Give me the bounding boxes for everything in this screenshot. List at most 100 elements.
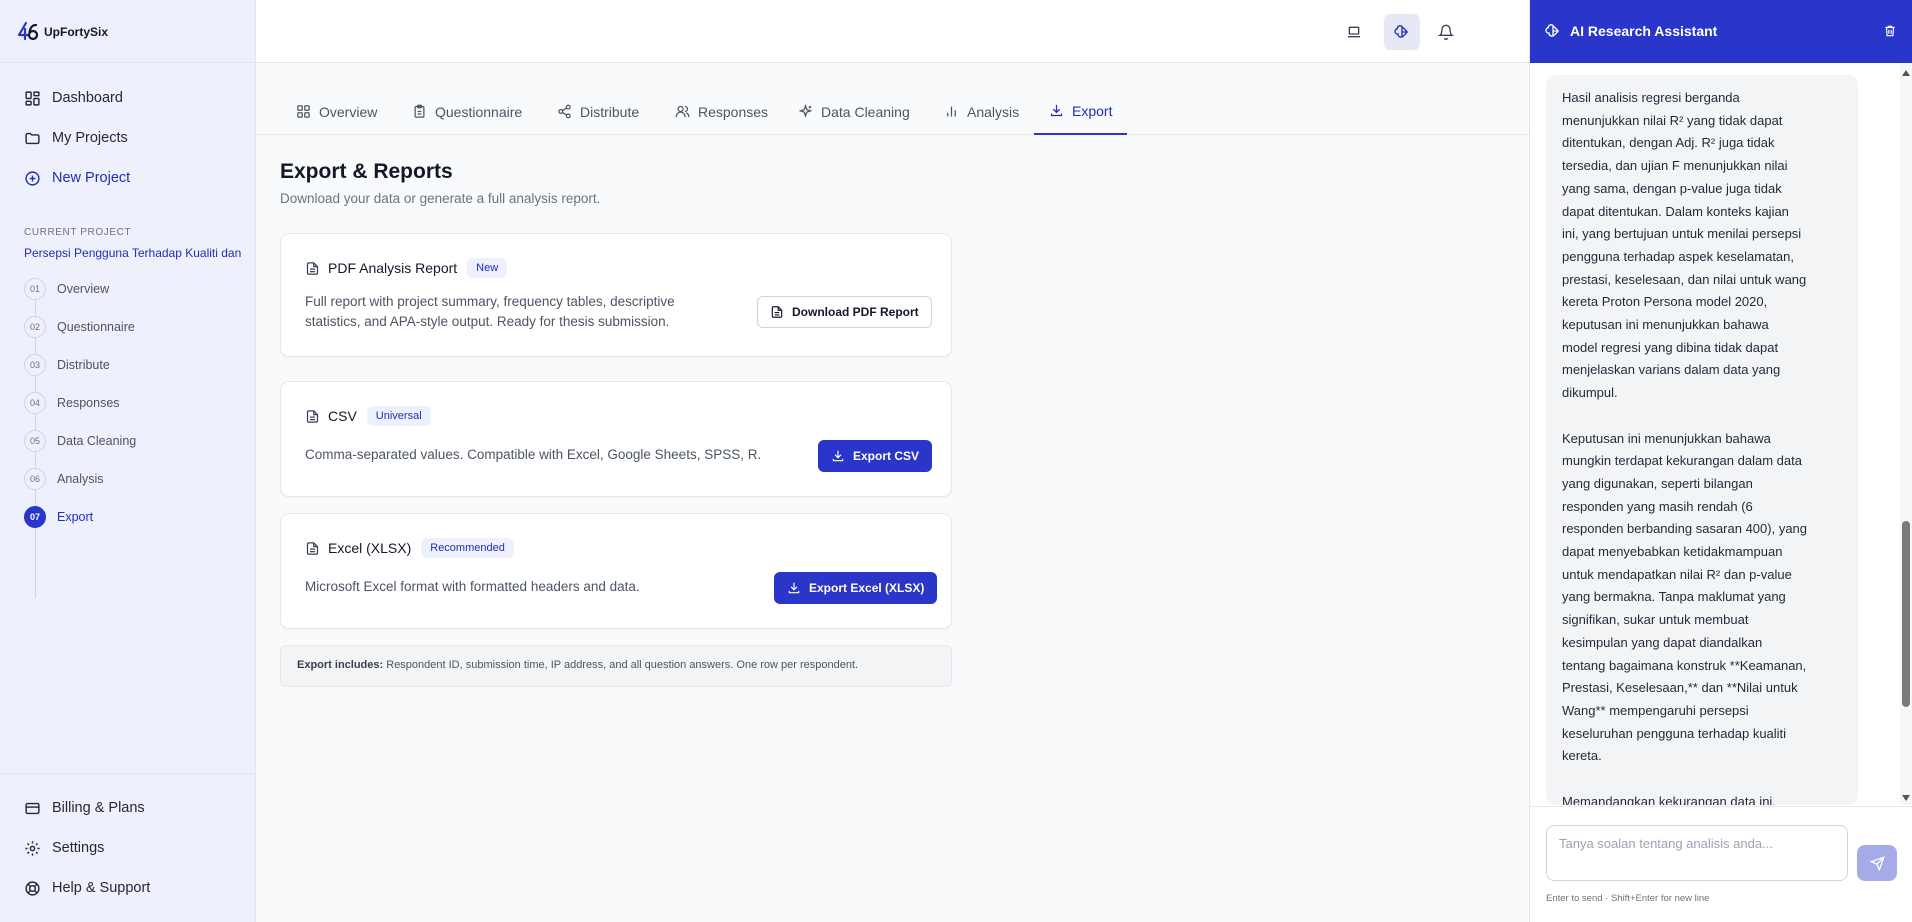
tab-label: Data Cleaning xyxy=(821,103,910,120)
logo-icon xyxy=(17,21,39,41)
plus-circle-icon xyxy=(25,170,40,186)
divider xyxy=(0,773,256,774)
card-header: CSV Universal xyxy=(305,406,431,426)
ai-panel-title: AI Research Assistant xyxy=(1570,23,1718,39)
note-text: Respondent ID, submission time, IP addre… xyxy=(383,659,859,671)
step-number: 06 xyxy=(24,468,46,490)
brain-icon xyxy=(1545,24,1559,37)
note-label: Export includes: xyxy=(297,659,384,671)
ai-panel-header: AI Research Assistant xyxy=(1530,0,1912,63)
notifications-button[interactable] xyxy=(1428,14,1464,50)
step-export[interactable]: 07 Export xyxy=(24,506,244,528)
step-number: 01 xyxy=(24,278,46,300)
users-icon xyxy=(675,105,690,118)
status-badge: New xyxy=(467,258,508,278)
bell-icon xyxy=(1438,24,1454,40)
current-project-title: CURRENT PROJECT xyxy=(24,227,132,238)
nav-dashboard[interactable]: Dashboard xyxy=(24,86,123,110)
status-badge: Recommended xyxy=(421,538,514,558)
scrollbar-thumb[interactable] xyxy=(1902,521,1910,707)
export-csv-button[interactable]: Export CSV xyxy=(818,440,933,472)
send-icon xyxy=(1869,855,1885,871)
tab-label: Analysis xyxy=(967,103,1020,120)
scroll-down-arrow-icon[interactable] xyxy=(1902,795,1910,801)
sidebar: UpFortySix Dashboard My Projects New Pro… xyxy=(0,0,256,922)
laptop-button[interactable] xyxy=(1336,14,1372,50)
tab-analysis[interactable]: Analysis xyxy=(944,88,1019,135)
input-hint: Enter to send · Shift+Enter for new line xyxy=(1546,893,1710,904)
card-icon xyxy=(25,802,40,814)
nav-new-project[interactable]: New Project xyxy=(24,166,130,190)
step-number: 07 xyxy=(24,506,46,528)
page-title: Export & Reports xyxy=(280,160,453,183)
project-tabs: Overview Questionnaire Distribute Respon… xyxy=(256,88,1529,135)
current-project-name[interactable]: Persepsi Pengguna Terhadap Kualiti dan xyxy=(24,246,250,260)
scroll-up-arrow-icon[interactable] xyxy=(1902,70,1910,76)
card-description: Microsoft Excel format with formatted he… xyxy=(305,579,640,594)
step-data-cleaning[interactable]: 05 Data Cleaning xyxy=(24,430,244,452)
tab-distribute[interactable]: Distribute xyxy=(557,88,639,135)
trash-icon[interactable] xyxy=(1883,24,1897,38)
card-title: Excel (XLSX) xyxy=(328,540,412,556)
chat-scrollbar[interactable] xyxy=(1900,63,1912,805)
card-description-line: Full report with project summary, freque… xyxy=(305,294,675,309)
card-description: Comma-separated values. Compatible with … xyxy=(305,447,762,462)
ai-assistant-panel: AI Research Assistant Hasil analisis reg… xyxy=(1529,0,1912,922)
tab-label: Questionnaire xyxy=(435,103,523,120)
grid-icon xyxy=(297,105,310,118)
tab-questionnaire[interactable]: Questionnaire xyxy=(412,88,522,135)
download-pdf-button[interactable]: Download PDF Report xyxy=(757,296,932,328)
chat-input[interactable] xyxy=(1546,825,1848,881)
step-responses[interactable]: 04 Responses xyxy=(24,392,244,414)
bar-chart-icon xyxy=(947,106,956,117)
card-header: Excel (XLSX) Recommended xyxy=(305,538,514,558)
top-header: R xyxy=(256,0,1760,63)
help-icon xyxy=(25,880,40,896)
clipboard-icon xyxy=(414,104,425,118)
nav-label: Billing & Plans xyxy=(52,800,145,816)
card-header: PDF Analysis Report New xyxy=(305,258,508,278)
status-badge: Universal xyxy=(366,406,431,426)
step-analysis[interactable]: 06 Analysis xyxy=(24,468,244,490)
step-questionnaire[interactable]: 02 Questionnaire xyxy=(24,316,244,338)
card-description-line: statistics, and APA-style output. Ready … xyxy=(305,314,670,329)
tab-responses[interactable]: Responses xyxy=(675,88,768,135)
nav-label: Settings xyxy=(52,840,105,856)
tab-overview[interactable]: Overview xyxy=(296,88,377,135)
excel-card: Excel (XLSX) Recommended Microsoft Excel… xyxy=(280,513,952,629)
file-icon xyxy=(306,541,319,555)
step-number: 05 xyxy=(24,430,46,452)
nav-label: Help & Support xyxy=(52,880,151,896)
download-icon xyxy=(788,582,800,594)
divider xyxy=(1530,806,1912,807)
nav-settings[interactable]: Settings xyxy=(24,836,104,860)
logo[interactable]: UpFortySix xyxy=(16,20,108,44)
nav-help[interactable]: Help & Support xyxy=(24,876,150,900)
csv-card: CSV Universal Comma-separated values. Co… xyxy=(280,381,952,497)
pdf-report-card: PDF Analysis Report New Full report with… xyxy=(280,233,952,357)
send-button[interactable] xyxy=(1857,845,1897,881)
card-title: PDF Analysis Report xyxy=(328,260,458,276)
export-excel-button[interactable]: Export Excel (XLSX) xyxy=(774,572,938,604)
tab-export[interactable]: Export xyxy=(1034,88,1128,135)
card-description: Full report with project summary, freque… xyxy=(305,292,675,332)
brain-icon xyxy=(1394,25,1408,38)
tab-label: Export xyxy=(1072,102,1113,119)
ai-assistant-toggle[interactable] xyxy=(1384,14,1420,50)
step-number: 04 xyxy=(24,392,46,414)
assistant-message: Hasil analisis regresi berganda menunjuk… xyxy=(1546,75,1858,805)
step-label: Analysis xyxy=(57,472,104,486)
tab-data-cleaning[interactable]: Data Cleaning xyxy=(798,88,910,135)
assistant-message-text: Hasil analisis regresi berganda menunjuk… xyxy=(1562,90,1808,805)
nav-my-projects[interactable]: My Projects xyxy=(24,126,128,150)
step-label: Export xyxy=(57,510,94,524)
button-label: Export CSV xyxy=(853,449,920,463)
logo-text: UpFortySix xyxy=(44,25,109,39)
download-icon xyxy=(832,450,844,462)
step-label: Distribute xyxy=(57,358,110,372)
step-distribute[interactable]: 03 Distribute xyxy=(24,354,244,376)
nav-billing[interactable]: Billing & Plans xyxy=(24,796,145,820)
step-overview[interactable]: 01 Overview xyxy=(24,278,244,300)
download-icon xyxy=(1050,104,1063,117)
sparkles-icon xyxy=(798,104,813,118)
